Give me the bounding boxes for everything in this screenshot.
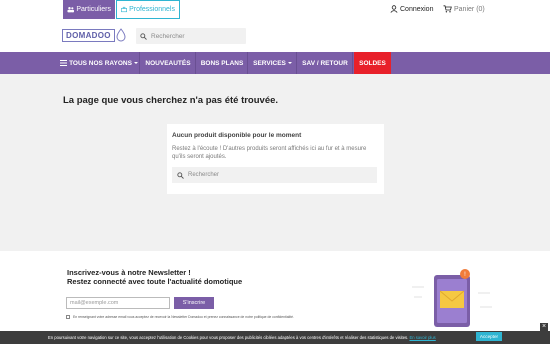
header-search-input[interactable]: Rechercher <box>136 28 246 44</box>
cookie-banner: En poursuivant votre navigation sur ce s… <box>0 331 550 344</box>
nav-item-services[interactable]: SERVICES <box>249 52 297 74</box>
menu-icon <box>60 60 68 66</box>
nav-label: SERVICES <box>253 59 286 67</box>
panier-link[interactable]: Panier (0) <box>443 5 485 13</box>
connexion-label: Connexion <box>400 5 434 13</box>
logo-text: DOMADOO <box>62 28 115 42</box>
main-nav: TOUS NOS RAYONS NOUVEAUTÉS BONS PLANS SE… <box>0 52 550 74</box>
logo-drop-icon <box>116 28 126 42</box>
nav-item-soldes[interactable]: SOLDES <box>354 52 391 74</box>
professionnels-label: Professionnels <box>129 6 175 13</box>
logo[interactable]: DOMADOO <box>62 27 126 43</box>
newsletter-email-placeholder: mail@exemple.com <box>70 300 119 306</box>
newsletter-subscribe-button[interactable]: S'inscrire <box>174 297 214 309</box>
nav-item-tous-nos-rayons[interactable]: TOUS NOS RAYONS <box>59 52 140 74</box>
user-icon <box>390 5 398 13</box>
particuliers-label: Particuliers <box>76 6 111 13</box>
cookie-accept-button[interactable]: Accepter <box>476 332 502 341</box>
search-icon <box>177 171 184 179</box>
card-search-input[interactable]: Rechercher <box>172 167 377 183</box>
users-icon <box>67 7 75 13</box>
newsletter-section: Inscrivez-vous à notre Newsletter ! Rest… <box>0 251 550 331</box>
card-text: Restez à l'écoute ! D'autres produits se… <box>172 146 367 160</box>
briefcase-icon <box>121 6 128 13</box>
panier-label: Panier <box>454 5 475 13</box>
newsletter-title-line2: Restez connecté avec toute l'actualité d… <box>67 277 243 286</box>
page-title: La page que vous cherchez n'a pas été tr… <box>63 95 279 106</box>
newsletter-consent: En renseignant votre adresse email vous … <box>66 315 294 319</box>
professionnels-tab[interactable]: Professionnels <box>116 0 180 19</box>
cookie-text-wrapper: En poursuivant votre navigation sur ce s… <box>48 335 436 340</box>
no-product-card: Aucun produit disponible pour le moment … <box>167 124 384 194</box>
cookie-text: En poursuivant votre navigation sur ce s… <box>48 335 409 340</box>
nav-label: NOUVEAUTÉS <box>145 59 191 67</box>
header: DOMADOO Rechercher <box>0 22 550 52</box>
connexion-link[interactable]: Connexion <box>390 5 433 13</box>
chevron-down-icon <box>287 62 292 64</box>
particuliers-tab[interactable]: Particuliers <box>63 0 115 19</box>
nav-label: SAV / RETOUR <box>302 59 348 67</box>
card-title: Aucun produit disponible pour le moment <box>172 132 302 139</box>
nav-item-bons-plans[interactable]: BONS PLANS <box>197 52 248 74</box>
newsletter-title-line1: Inscrivez-vous à notre Newsletter ! <box>67 268 191 277</box>
card-search-placeholder: Rechercher <box>188 172 220 178</box>
nav-label: BONS PLANS <box>200 59 244 67</box>
newsletter-legal-text: En renseignant votre adresse email vous … <box>73 315 294 319</box>
nav-item-nouveautes[interactable]: NOUVEAUTÉS <box>141 52 196 74</box>
nav-item-sav-retour[interactable]: SAV / RETOUR <box>298 52 353 74</box>
chevron-down-icon <box>133 62 138 64</box>
cart-icon <box>443 5 452 13</box>
consent-checkbox[interactable] <box>66 315 70 319</box>
top-bar: Particuliers Professionnels Connexion Pa… <box>0 0 550 22</box>
newsletter-email-field[interactable]: mail@exemple.com <box>66 297 170 309</box>
close-icon[interactable]: × <box>540 323 548 331</box>
search-icon <box>140 32 147 40</box>
newsletter-illustration-icon: ! <box>412 269 492 327</box>
newsletter-title: Inscrivez-vous à notre Newsletter ! Rest… <box>67 268 242 286</box>
nav-label: SOLDES <box>359 59 386 67</box>
header-search-placeholder: Rechercher <box>151 32 185 40</box>
nav-label: TOUS NOS RAYONS <box>69 59 132 67</box>
cookie-more-link[interactable]: En savoir plus <box>409 335 435 340</box>
panier-count: (0) <box>476 5 485 13</box>
